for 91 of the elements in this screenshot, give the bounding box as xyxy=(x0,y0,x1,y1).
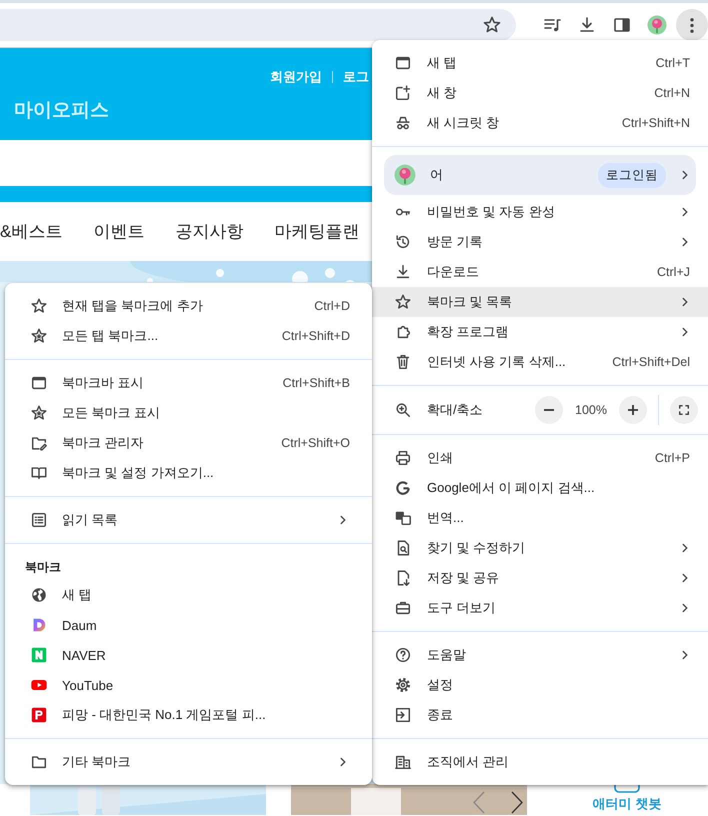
menu-item[interactable]: YouTube xyxy=(5,670,372,700)
printer-icon xyxy=(394,449,412,467)
menu-item[interactable]: 비밀번호 및 자동 완성 xyxy=(372,197,708,227)
menu-item[interactable]: 모든 탭 북마크... Ctrl+Shift+D xyxy=(5,321,372,351)
chevron-right-icon xyxy=(509,790,525,815)
fullscreen-icon xyxy=(679,405,689,415)
menu-item[interactable]: 북마크 및 설정 가져오기... xyxy=(5,458,372,488)
shortcut-text: Ctrl+J xyxy=(657,265,690,279)
menu-item[interactable]: 새 탭 xyxy=(5,580,372,610)
signed-in-badge: 로그인됨 xyxy=(598,162,666,188)
menu-item[interactable]: 피망 - 대한민국 No.1 게임포털 피... xyxy=(5,700,372,730)
shortcut-text: Ctrl+D xyxy=(314,299,350,313)
star-icon xyxy=(482,15,502,35)
profile-item[interactable]: 어 로그인됨 xyxy=(384,155,696,195)
incognito-icon xyxy=(394,114,412,132)
nav-link[interactable]: &베스트 xyxy=(0,220,62,243)
globe-icon xyxy=(30,586,48,604)
avatar-icon xyxy=(647,15,667,35)
menu-item[interactable]: 새 창 Ctrl+N xyxy=(372,78,708,108)
exit-icon xyxy=(394,706,412,724)
star-icon xyxy=(30,297,48,315)
list-icon xyxy=(30,511,48,529)
shortcut-text: Ctrl+Shift+Del xyxy=(612,355,690,369)
shortcut-text: Ctrl+N xyxy=(654,86,690,100)
shortcut-text: Ctrl+P xyxy=(654,451,690,465)
menu-item[interactable]: 새 탭 Ctrl+T xyxy=(372,48,708,78)
menu-item[interactable]: 읽기 목록 xyxy=(5,505,372,535)
stars-icon xyxy=(30,404,48,422)
download-icon xyxy=(394,263,412,281)
next-button[interactable] xyxy=(509,790,525,815)
shortcut-text: Ctrl+Shift+N xyxy=(622,116,690,130)
menu-item[interactable]: 현재 탭을 북마크에 추가 Ctrl+D xyxy=(5,291,372,321)
nav-link[interactable]: 공지사항 xyxy=(175,220,244,243)
plus-icon xyxy=(628,405,638,415)
shortcut-text: Ctrl+Shift+B xyxy=(282,376,350,390)
menu-item[interactable]: 찾기 및 수정하기 xyxy=(372,533,708,563)
zoom-in-icon xyxy=(394,401,412,419)
menu-item[interactable]: 도구 더보기 xyxy=(372,593,708,623)
zoom-in-button[interactable] xyxy=(619,396,647,424)
settings-icon xyxy=(394,676,412,694)
menu-item[interactable]: 방문 기록 xyxy=(372,227,708,257)
menu-icon xyxy=(690,18,694,32)
site-logo: 마이오피스 xyxy=(14,99,109,123)
menu-item[interactable]: 설정 xyxy=(372,670,708,700)
stars-icon xyxy=(30,327,48,345)
chatbot-icon xyxy=(613,784,641,794)
star-icon xyxy=(394,293,412,311)
fullscreen-button[interactable] xyxy=(670,396,698,424)
menu-item[interactable]: 저장 및 공유 xyxy=(372,563,708,593)
window-plus-icon xyxy=(394,84,412,102)
history-icon xyxy=(394,233,412,251)
menu-item[interactable]: 모든 북마크 표시 xyxy=(5,398,372,428)
shortcut-text: Ctrl+Shift+D xyxy=(282,329,350,343)
menu-item[interactable]: Daum xyxy=(5,610,372,640)
nav-link[interactable]: 마케팅플랜 xyxy=(274,220,360,243)
menu-item[interactable]: Google에서 이 페이지 검색... xyxy=(372,473,708,503)
building-icon xyxy=(394,753,412,771)
translate-icon xyxy=(394,509,412,527)
shortcut-text: Ctrl+T xyxy=(656,56,690,70)
menu-item[interactable]: 북마크바 표시 Ctrl+Shift+B xyxy=(5,368,372,398)
menu-item[interactable]: 북마크 관리자 Ctrl+Shift+O xyxy=(5,428,372,458)
zoom-label: 확대/축소 xyxy=(427,401,484,419)
shortcut-text: Ctrl+Shift+O xyxy=(281,436,350,450)
menu-item[interactable]: 인쇄 Ctrl+P xyxy=(372,443,708,473)
menu-item[interactable]: 새 시크릿 창 Ctrl+Shift+N xyxy=(372,108,708,138)
p-logo-icon xyxy=(30,706,48,724)
menu-item[interactable]: 도움말 xyxy=(372,640,708,670)
menu-item[interactable]: NAVER xyxy=(5,640,372,670)
zoom-out-button[interactable] xyxy=(535,396,563,424)
menu-button[interactable] xyxy=(676,9,708,41)
side-panel-icon xyxy=(612,15,632,35)
menu-item[interactable]: 인터넷 사용 기록 삭제... Ctrl+Shift+Del xyxy=(372,347,708,377)
toolbox-icon xyxy=(394,599,412,617)
avatar-icon xyxy=(394,164,416,186)
menu-item[interactable]: 종료 xyxy=(372,700,708,730)
menu-item[interactable]: 번역... xyxy=(372,503,708,533)
menu-item[interactable]: 조직에서 관리 xyxy=(372,747,708,777)
menu-item[interactable]: 기타 북마크 xyxy=(5,747,372,777)
trash-icon xyxy=(394,353,412,371)
zoom-level-text: 100% xyxy=(574,403,608,417)
chevron-left-icon xyxy=(471,790,487,815)
menu-item[interactable]: 다운로드 Ctrl+J xyxy=(372,257,708,287)
section-heading: 북마크 xyxy=(25,558,61,576)
n-logo-icon xyxy=(30,646,48,664)
help-icon xyxy=(394,646,412,664)
menu-item[interactable]: 북마크 및 목록 xyxy=(372,287,708,317)
g-icon xyxy=(394,479,412,497)
window-icon xyxy=(394,54,412,72)
menu-item[interactable]: 확장 프로그램 xyxy=(372,317,708,347)
nav-link[interactable]: 이벤트 xyxy=(93,220,144,243)
window-icon xyxy=(30,374,48,392)
